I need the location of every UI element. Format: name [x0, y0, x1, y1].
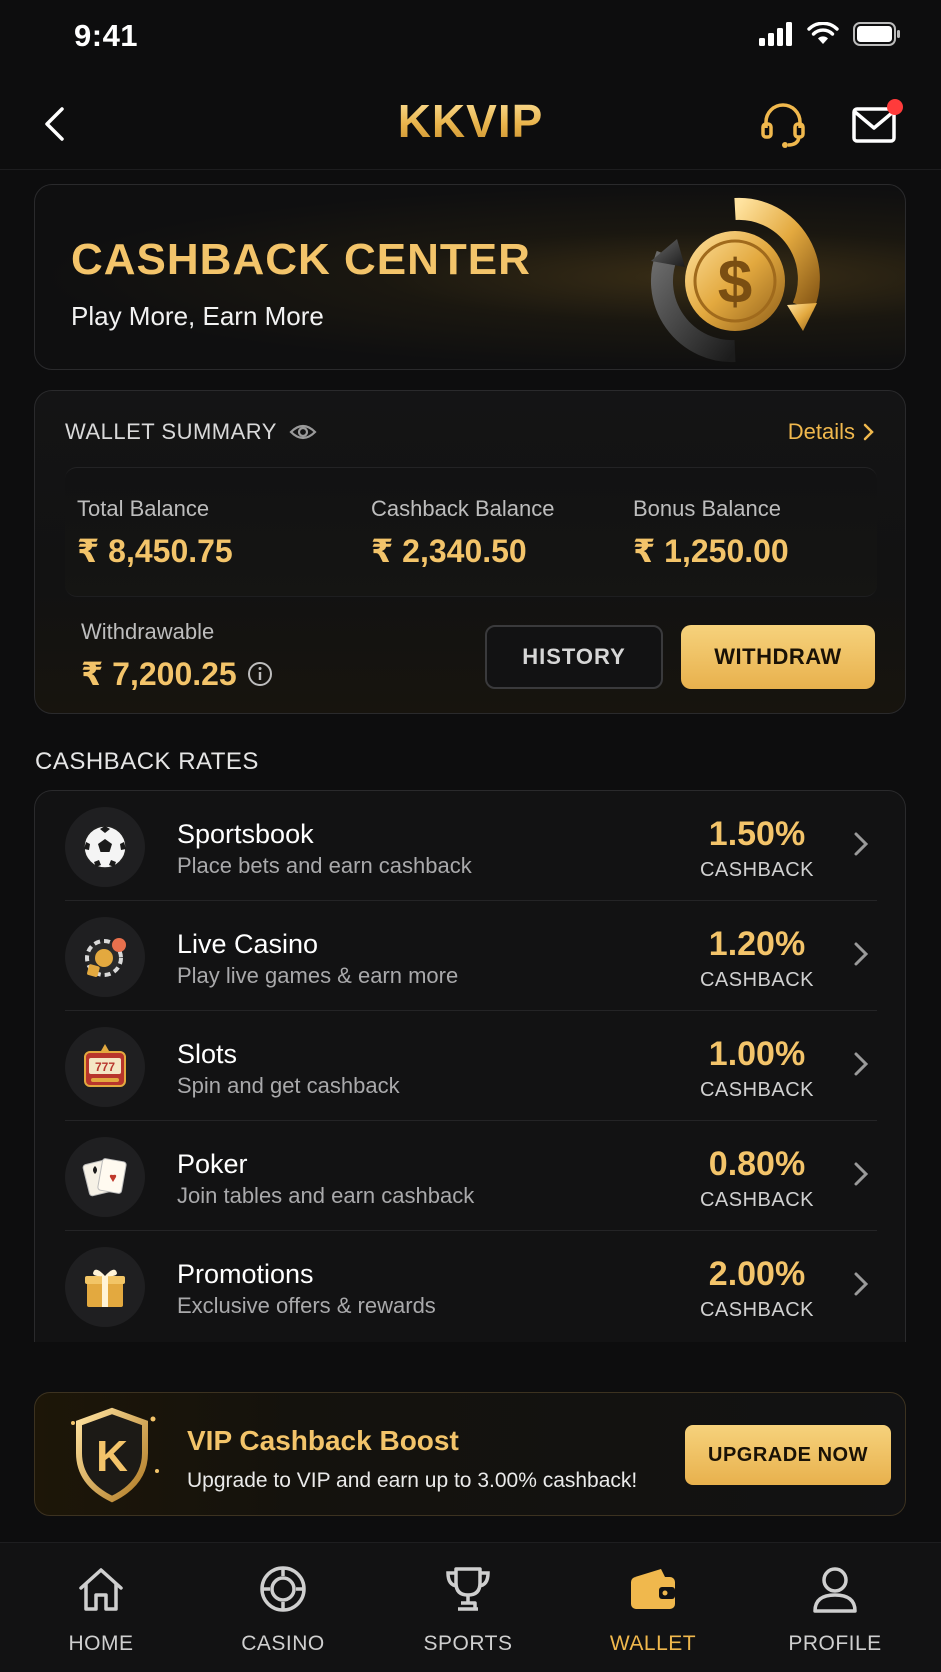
rate-percentage: 2.00% [708, 1255, 806, 1293]
cashback-balance: Cashback Balance ₹ 2,340.50 [371, 496, 554, 570]
hero-title: CASHBACK CENTER [71, 235, 531, 284]
casino-chip-icon [260, 1566, 306, 1612]
total-balance-label: Total Balance [77, 496, 210, 521]
rate-name: Promotions [177, 1259, 314, 1289]
bonus-balance-value: ₹ 1,250.00 [633, 533, 789, 569]
hero-subtitle: Play More, Earn More [71, 301, 324, 331]
wallet-summary-title: WALLET SUMMARY [65, 419, 277, 444]
rate-percentage: 0.80% [708, 1145, 806, 1183]
withdrawable-balance: Withdrawable ₹ 7,200.25 [81, 619, 273, 693]
rate-name: Sportsbook [177, 819, 314, 849]
rate-name: Live Casino [177, 929, 319, 959]
rate-unit: CASHBACK [699, 1299, 815, 1321]
details-label: Details [787, 419, 855, 444]
bonus-balance-label: Bonus Balance [633, 496, 781, 521]
tab-label: CASINO [241, 1632, 325, 1655]
rate-unit: CASHBACK [699, 1189, 815, 1211]
battery-icon [853, 22, 900, 46]
casino-chips-icon [65, 917, 145, 997]
notification-dot [887, 99, 903, 115]
balances-panel: Total Balance ₹ 8,450.75 Cashback Balanc… [65, 467, 877, 597]
tab-profile[interactable]: PROFILE [760, 1561, 910, 1656]
tab-label: PROFILE [788, 1632, 882, 1655]
details-link[interactable]: Details [788, 419, 875, 445]
home-icon [79, 1568, 123, 1611]
trophy-icon [446, 1567, 490, 1611]
rate-unit: CASHBACK [699, 969, 815, 991]
chevron-right-icon [854, 942, 869, 966]
rate-row-live-casino[interactable]: Live Casino Play live games & earn more … [65, 901, 877, 1011]
header: KKVIP [0, 78, 941, 170]
tab-label: HOME [68, 1632, 134, 1655]
cashback-balance-label: Cashback Balance [371, 496, 555, 521]
rate-name: Slots [177, 1039, 238, 1069]
cashback-rates-title: CASHBACK RATES [35, 748, 259, 775]
headset-icon [761, 103, 805, 148]
info-icon[interactable] [247, 661, 273, 687]
upgrade-now-button[interactable]: UPGRADE NOW [685, 1425, 891, 1485]
slot-machine-icon: 777 [65, 1027, 145, 1107]
rate-name: Poker [177, 1149, 248, 1179]
cashback-rates-list: Sportsbook Place bets and earn cashback … [34, 790, 906, 1342]
cashback-hero-banner: CASHBACK CENTER Play More, Earn More $ [34, 184, 906, 370]
vip-badge-letter: K [96, 1432, 128, 1481]
cellular-signal-icon [759, 22, 792, 46]
support-button[interactable] [758, 100, 808, 150]
rate-unit: CASHBACK [699, 859, 815, 881]
status-time: 9:41 [74, 18, 139, 53]
wallet-summary-card: WALLET SUMMARY Details Total Balance ₹ 8… [34, 390, 906, 714]
vip-boost-banner: K VIP Cashback Boost Upgrade to VIP and … [34, 1392, 906, 1516]
total-balance: Total Balance ₹ 8,450.75 [77, 496, 233, 570]
svg-text:777: 777 [95, 1060, 115, 1074]
vip-title: VIP Cashback Boost [187, 1425, 459, 1456]
rate-percentage: 1.50% [708, 815, 806, 853]
tab-sports[interactable]: SPORTS [393, 1561, 543, 1656]
history-button[interactable]: HISTORY [485, 625, 663, 689]
rate-unit: CASHBACK [699, 1079, 815, 1101]
rate-row-sportsbook[interactable]: Sportsbook Place bets and earn cashback … [65, 791, 877, 901]
rate-description: Spin and get cashback [177, 1073, 400, 1098]
total-balance-value: ₹ 8,450.75 [77, 533, 233, 569]
status-bar: 9:41 [0, 0, 941, 78]
tab-casino[interactable]: CASINO [208, 1561, 358, 1656]
chevron-right-icon [854, 1162, 869, 1186]
svg-text:$: $ [718, 248, 752, 317]
soccer-ball-icon [65, 807, 145, 887]
rate-description: Place bets and earn cashback [177, 853, 472, 878]
withdrawable-value-row: ₹ 7,200.25 [81, 655, 273, 693]
gift-icon [65, 1247, 145, 1327]
playing-cards-icon [65, 1137, 145, 1217]
rate-row-slots[interactable]: 777 Slots Spin and get cashback 1.00% CA… [65, 1011, 877, 1121]
tab-home[interactable]: HOME [26, 1561, 176, 1656]
tab-label: SPORTS [423, 1632, 513, 1655]
chevron-right-icon [863, 423, 874, 441]
rate-description: Play live games & earn more [177, 963, 459, 988]
wallet-summary-header: WALLET SUMMARY [65, 419, 317, 445]
rate-row-poker[interactable]: Poker Join tables and earn cashback 0.80… [65, 1121, 877, 1231]
rate-row-promotions[interactable]: Promotions Exclusive offers & rewards 2.… [65, 1231, 877, 1341]
chevron-right-icon [854, 1272, 869, 1296]
tab-wallet[interactable]: WALLET [578, 1561, 728, 1656]
rate-description: Join tables and earn cashback [177, 1183, 475, 1208]
chevron-right-icon [854, 832, 869, 856]
withdrawable-value: ₹ 7,200.25 [81, 656, 237, 692]
vip-subtitle: Upgrade to VIP and earn up to 3.00% cash… [187, 1469, 638, 1492]
withdrawable-label: Withdrawable [81, 619, 215, 644]
rate-percentage: 1.20% [708, 925, 806, 963]
bottom-tab-bar: HOME CASINO SPORTS WALLET PROFILE [0, 1542, 941, 1672]
rate-percentage: 1.00% [708, 1035, 806, 1073]
bonus-balance: Bonus Balance ₹ 1,250.00 [633, 496, 789, 570]
wallet-icon [631, 1569, 675, 1609]
user-icon [813, 1567, 857, 1613]
wifi-icon [807, 22, 839, 44]
eye-icon[interactable] [289, 422, 317, 442]
rate-description: Exclusive offers & rewards [177, 1293, 436, 1318]
tab-label: WALLET [609, 1632, 697, 1655]
status-icons [759, 22, 901, 46]
withdraw-button[interactable]: WITHDRAW [681, 625, 875, 689]
vip-shield-icon: K [71, 1407, 159, 1503]
cashback-coin-icon: $ [650, 197, 820, 363]
cashback-balance-value: ₹ 2,340.50 [371, 533, 527, 569]
chevron-right-icon [854, 1052, 869, 1076]
